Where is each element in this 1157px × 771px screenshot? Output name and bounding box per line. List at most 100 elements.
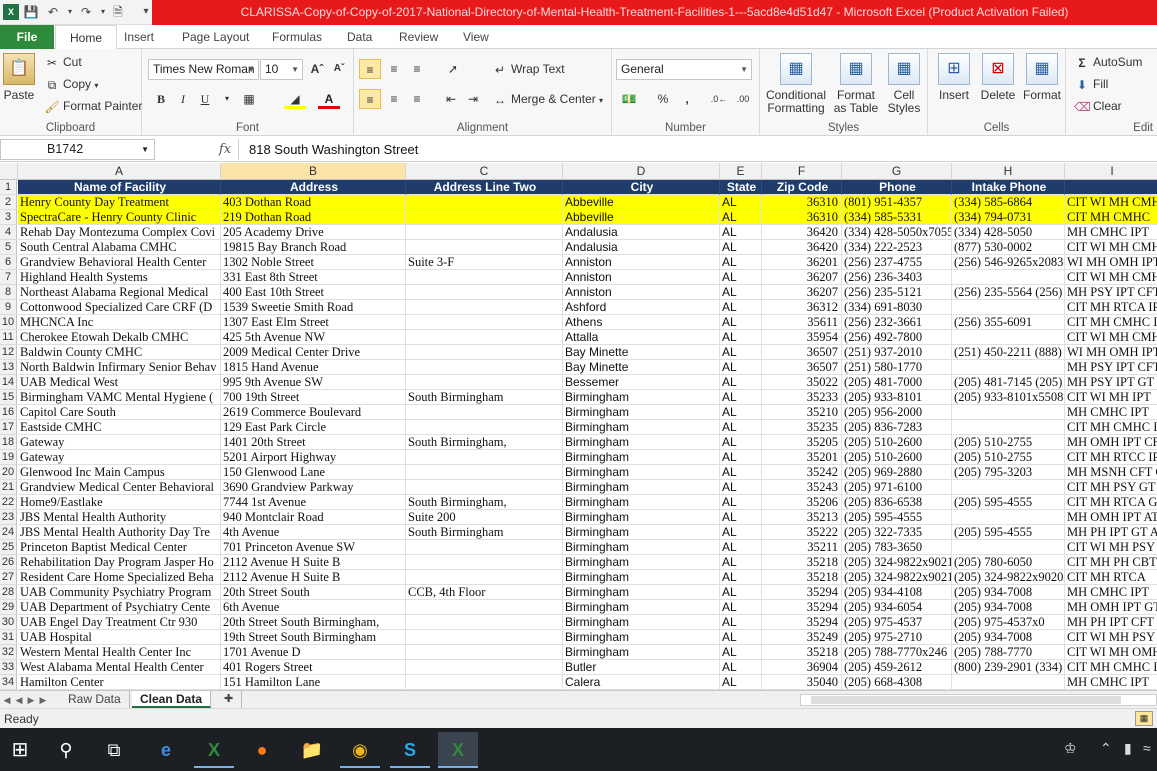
cell-phone[interactable]: (205) 481-7000 — [842, 375, 952, 390]
cell-intake-phone[interactable]: (205) 934-7008 — [952, 630, 1065, 645]
cell-intake-phone[interactable]: (205) 324-9822x9020 ( — [952, 570, 1065, 585]
cell-state[interactable]: AL — [720, 540, 762, 555]
cell-city[interactable]: Bay Minette — [563, 345, 720, 360]
cell-services[interactable]: MH PSY IPT CFT — [1065, 285, 1157, 300]
cell-zip[interactable]: 36420 — [762, 240, 842, 255]
cell-address-two[interactable] — [406, 330, 563, 345]
cell-state[interactable]: AL — [720, 390, 762, 405]
cell-address-two[interactable] — [406, 480, 563, 495]
cell-services[interactable]: MH PH IPT GT AT — [1065, 525, 1157, 540]
cell-city[interactable]: Anniston — [563, 255, 720, 270]
cell-phone[interactable]: (205) 971-6100 — [842, 480, 952, 495]
cell-services[interactable]: CIT MH RTCA GT — [1065, 495, 1157, 510]
align-left-icon[interactable]: ≡ — [359, 89, 381, 109]
cell-phone[interactable]: (205) 510-2600 — [842, 435, 952, 450]
cell-zip[interactable]: 35249 — [762, 630, 842, 645]
decrease-decimal-icon[interactable]: .00 — [732, 89, 754, 109]
cell-address[interactable]: 403 Dothan Road — [221, 195, 406, 210]
cell-state[interactable]: AL — [720, 345, 762, 360]
cell-facility[interactable]: JBS Mental Health Authority — [18, 510, 221, 525]
cell-services[interactable]: CIT MH RTCA — [1065, 570, 1157, 585]
sheet-tab-clean-data[interactable]: Clean Data — [132, 691, 212, 708]
cell-city[interactable]: Birmingham — [563, 465, 720, 480]
cell-facility[interactable]: Baldwin County CMHC — [18, 345, 221, 360]
excel-taskbar-icon[interactable]: X — [194, 732, 234, 768]
cell-address-two[interactable] — [406, 615, 563, 630]
name-box[interactable]: B1742 ▼ — [0, 139, 155, 160]
row-header[interactable]: 10 — [0, 315, 17, 330]
cell-address-two[interactable] — [406, 285, 563, 300]
header-cell-address-two[interactable]: Address Line Two — [406, 180, 563, 195]
cell-state[interactable]: AL — [720, 330, 762, 345]
cell-address-two[interactable] — [406, 675, 563, 690]
cell-zip[interactable]: 35205 — [762, 435, 842, 450]
cell-zip[interactable]: 36507 — [762, 360, 842, 375]
cell-zip[interactable]: 35218 — [762, 555, 842, 570]
cell-facility[interactable]: Princeton Baptist Medical Center — [18, 540, 221, 555]
cell-address-two[interactable] — [406, 555, 563, 570]
cell-city[interactable]: Butler — [563, 660, 720, 675]
cell-facility[interactable]: Highland Health Systems — [18, 270, 221, 285]
tab-file[interactable]: File — [0, 25, 54, 49]
cell-services[interactable]: CIT WI MH OMH — [1065, 645, 1157, 660]
cell-zip[interactable]: 35294 — [762, 585, 842, 600]
cell-facility[interactable]: North Baldwin Infirmary Senior Behav — [18, 360, 221, 375]
cell-phone[interactable]: (251) 580-1770 — [842, 360, 952, 375]
cell-zip[interactable]: 35210 — [762, 405, 842, 420]
cell-services[interactable]: CIT WI MH CMHC — [1065, 270, 1157, 285]
cell-facility[interactable]: UAB Hospital — [18, 630, 221, 645]
cell-address-two[interactable]: South Birmingham — [406, 390, 563, 405]
cell-intake-phone[interactable]: (205) 780-6050 — [952, 555, 1065, 570]
cell-services[interactable]: MH CMHC IPT — [1065, 675, 1157, 690]
cell-facility[interactable]: Gateway — [18, 450, 221, 465]
cell-zip[interactable]: 36310 — [762, 195, 842, 210]
cell-address[interactable]: 20th Street South Birmingham, — [221, 615, 406, 630]
cell-phone[interactable]: (205) 459-2612 — [842, 660, 952, 675]
cell-facility[interactable]: Gateway — [18, 435, 221, 450]
cell-state[interactable]: AL — [720, 630, 762, 645]
cell-address-two[interactable] — [406, 210, 563, 225]
cell-state[interactable]: AL — [720, 315, 762, 330]
cell-city[interactable]: Birmingham — [563, 615, 720, 630]
cell-address-two[interactable] — [406, 600, 563, 615]
format-as-table-button[interactable]: ▦ Format as Table — [832, 53, 880, 115]
horizontal-scrollbar[interactable] — [800, 694, 1157, 706]
row-header[interactable]: 11 — [0, 330, 17, 345]
number-format-dropdown[interactable]: General ▼ — [616, 59, 752, 80]
cell-services[interactable]: CIT WI MH CMHC — [1065, 240, 1157, 255]
fill-button[interactable]: ⬇ Fill — [1074, 76, 1108, 93]
cell-address[interactable]: 1815 Hand Avenue — [221, 360, 406, 375]
cell-phone[interactable]: (205) 975-4537 — [842, 615, 952, 630]
cell-state[interactable]: AL — [720, 645, 762, 660]
wrap-text-button[interactable]: ↵ Wrap Text — [492, 61, 565, 78]
cell-city[interactable]: Birmingham — [563, 540, 720, 555]
cell-address-two[interactable] — [406, 315, 563, 330]
font-name-dropdown[interactable]: Times New Roman ▼ — [148, 59, 259, 80]
cell-address[interactable]: 150 Glenwood Lane — [221, 465, 406, 480]
cell-address-two[interactable] — [406, 195, 563, 210]
cell-address[interactable]: 1701 Avenue D — [221, 645, 406, 660]
cell-phone[interactable]: (256) 232-3661 — [842, 315, 952, 330]
column-header-h[interactable]: H — [952, 163, 1065, 180]
cell-services[interactable]: CIT WI MH CMHC — [1065, 195, 1157, 210]
cell-state[interactable]: AL — [720, 510, 762, 525]
cell-city[interactable]: Anniston — [563, 285, 720, 300]
tray-chevron-icon[interactable]: ⌃ — [1100, 740, 1112, 757]
increase-decimal-icon[interactable]: .0← — [708, 89, 730, 109]
cell-city[interactable]: Bay Minette — [563, 360, 720, 375]
cell-facility[interactable]: MHCNCA Inc — [18, 315, 221, 330]
cell-state[interactable]: AL — [720, 675, 762, 690]
cell-phone[interactable]: (334) 585-5331 — [842, 210, 952, 225]
row-header[interactable]: 19 — [0, 450, 17, 465]
row-header[interactable]: 18 — [0, 435, 17, 450]
cell-intake-phone[interactable] — [952, 270, 1065, 285]
row-header[interactable]: 14 — [0, 375, 17, 390]
cell-intake-phone[interactable]: (205) 934-7008 — [952, 585, 1065, 600]
cell-intake-phone[interactable] — [952, 510, 1065, 525]
cell-state[interactable]: AL — [720, 600, 762, 615]
cell-address[interactable]: 2112 Avenue H Suite B — [221, 570, 406, 585]
cell-address[interactable]: 2619 Commerce Boulevard — [221, 405, 406, 420]
cell-facility[interactable]: Western Mental Health Center Inc — [18, 645, 221, 660]
cell-phone[interactable]: (205) 933-8101 — [842, 390, 952, 405]
battery-icon[interactable]: ▮ — [1124, 740, 1132, 757]
